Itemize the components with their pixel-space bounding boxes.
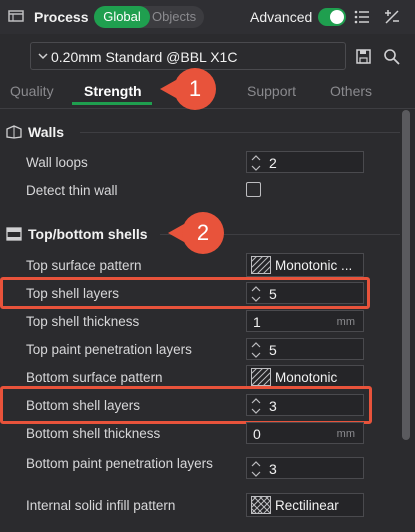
list-icon[interactable] [353,8,371,26]
detect-thin-wall-row: Detect thin wall [0,176,400,204]
shells-icon [6,227,22,241]
tabs-divider [0,108,415,109]
bottom-shell-thickness-label: Bottom shell thickness [26,426,161,441]
rectilinear-pattern-icon [251,496,271,514]
bottom-shell-thickness-input[interactable]: 0 mm [246,422,364,444]
internal-solid-infill-row: Internal solid infill pattern Rectilinea… [0,491,400,519]
top-shell-layers-highlight [0,277,370,309]
top-paint-penetration-row: Top paint penetration layers 5 [0,335,400,363]
advanced-toggle[interactable] [318,8,346,26]
global-tab[interactable]: Global [94,6,150,28]
top-paint-penetration-input[interactable]: 5 [246,338,364,360]
compare-icon[interactable] [383,8,401,26]
process-icon [8,10,24,22]
tab-support[interactable]: Support [247,83,296,99]
bottom-surface-pattern-value: Monotonic [275,370,338,385]
wall-loops-value: 2 [269,155,277,171]
top-paint-penetration-value: 5 [269,342,277,358]
spin-arrows-icon[interactable] [251,154,261,172]
preset-row: 0.20mm Standard @BBL X1C [0,38,415,74]
bottom-surface-pattern-label: Bottom surface pattern [26,370,163,385]
annotation-badge-1: 1 [174,68,216,110]
panel-scrollbar[interactable] [402,110,410,440]
bottom-paint-penetration-label: Bottom paint penetration layers [26,456,213,471]
preset-name: 0.20mm Standard @BBL X1C [51,49,238,65]
monotonic-pattern-icon [251,368,271,386]
top-shell-thickness-label: Top shell thickness [26,314,140,329]
top-surface-pattern-row: Top surface pattern Monotonic ... [0,251,400,279]
top-shell-thickness-row: Top shell thickness 1 mm [0,307,400,335]
bottom-shell-thickness-value: 0 [253,426,261,442]
internal-solid-infill-value: Rectilinear [275,498,339,513]
chevron-down-icon [38,53,48,60]
process-header: Process Global Objects Advanced [0,0,415,34]
top-surface-pattern-select[interactable]: Monotonic ... [246,253,364,277]
spin-arrows-icon[interactable] [251,460,261,478]
top-surface-pattern-label: Top surface pattern [26,258,142,273]
spin-arrows-icon[interactable] [251,341,261,359]
walls-section-header: Walls [0,120,400,144]
top-paint-penetration-label: Top paint penetration layers [26,342,192,357]
monotonic-pattern-icon [251,256,271,274]
top-shell-thickness-value: 1 [253,314,261,330]
annotation-badge-2: 2 [182,212,224,254]
wall-loops-label: Wall loops [26,155,88,170]
tab-others[interactable]: Others [330,83,372,99]
panel-title: Process [34,9,89,25]
tab-strength[interactable]: Strength [84,83,142,99]
internal-solid-infill-label: Internal solid infill pattern [26,498,176,513]
objects-tab[interactable]: Objects [152,6,196,28]
detect-thin-wall-checkbox[interactable] [246,182,261,197]
internal-solid-infill-select[interactable]: Rectilinear [246,493,364,517]
walls-divider [80,132,400,133]
scope-switch[interactable]: Global Objects [94,6,204,28]
walls-icon [6,125,22,139]
save-icon[interactable] [355,48,373,66]
top-surface-pattern-value: Monotonic ... [275,258,353,273]
bottom-paint-penetration-row: Bottom paint penetration layers 3 [0,449,400,489]
bottom-shell-thickness-row: Bottom shell thickness 0 mm [0,419,400,447]
active-tab-underline [72,102,152,105]
top-shell-thickness-input[interactable]: 1 mm [246,310,364,332]
bottom-paint-penetration-input[interactable]: 3 [246,457,364,479]
tab-quality[interactable]: Quality [10,83,54,99]
walls-title: Walls [28,124,65,140]
wall-loops-input[interactable]: 2 [246,151,364,173]
top-shell-thickness-unit: mm [336,316,355,328]
bottom-shell-thickness-unit: mm [336,428,355,440]
detect-thin-wall-label: Detect thin wall [26,183,118,198]
wall-loops-row: Wall loops 2 [0,148,400,176]
search-icon[interactable] [383,48,401,66]
preset-dropdown[interactable]: 0.20mm Standard @BBL X1C [30,42,346,70]
advanced-label: Advanced [250,9,313,25]
top-bottom-title: Top/bottom shells [28,226,148,242]
bottom-paint-penetration-value: 3 [269,461,277,477]
